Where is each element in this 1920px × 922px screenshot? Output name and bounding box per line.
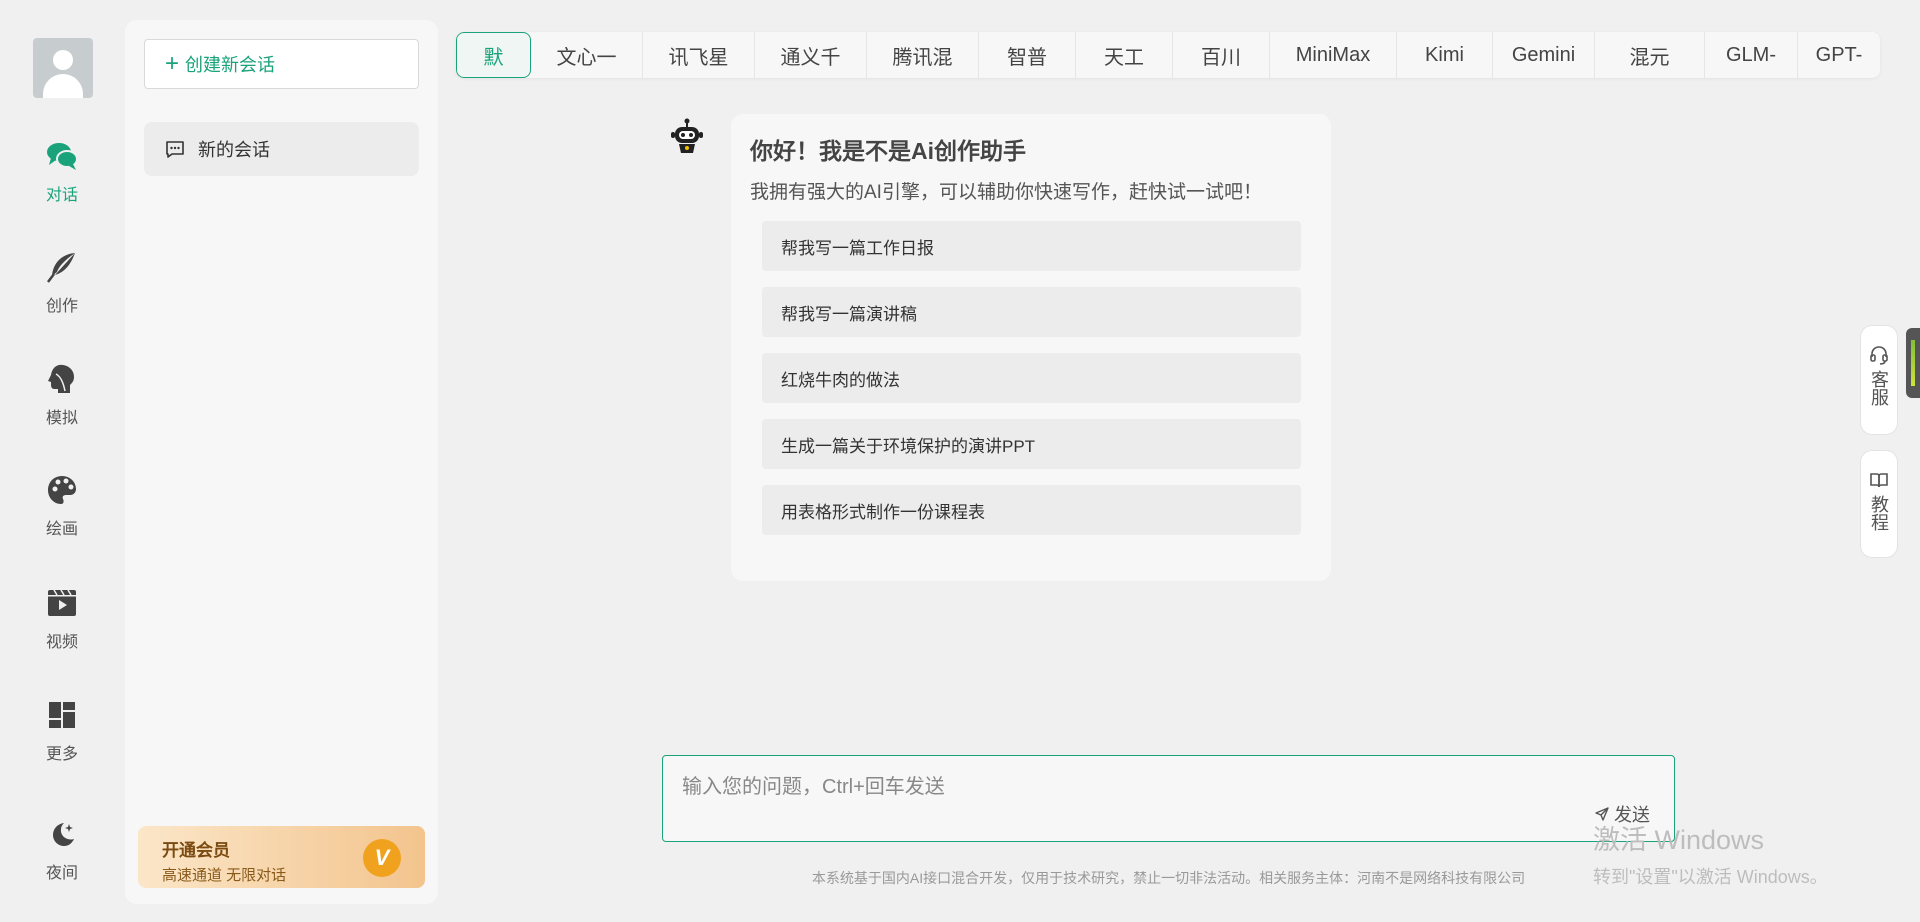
tutorial-button[interactable]: 教程 bbox=[1860, 450, 1898, 558]
welcome-title: 你好！我是不是Ai创作助手 bbox=[750, 138, 1026, 164]
nav-label-simulate: 模拟 bbox=[45, 410, 78, 427]
tab-tiangong[interactable]: 天工 bbox=[1076, 32, 1173, 78]
welcome-card: 你好！我是不是Ai创作助手 我拥有强大的AI引擎，可以辅助你快速写作，赶快试一试… bbox=[731, 114, 1331, 581]
tab-xunfei[interactable]: 讯飞星 bbox=[643, 32, 755, 78]
vip-badge-icon: V bbox=[363, 839, 401, 877]
tab-default[interactable]: 默 bbox=[456, 32, 531, 78]
session-title: 新的会话 bbox=[198, 140, 270, 160]
edge-handle-bar bbox=[1911, 340, 1915, 386]
suggestion-item[interactable]: 帮我写一篇工作日报 bbox=[762, 221, 1301, 271]
suggestion-item[interactable]: 用表格形式制作一份课程表 bbox=[762, 485, 1301, 535]
nav-label-more: 更多 bbox=[45, 746, 78, 763]
moon-icon bbox=[53, 823, 74, 846]
tab-baichuan[interactable]: 百川 bbox=[1173, 32, 1270, 78]
tab-glm[interactable]: GLM- bbox=[1705, 32, 1798, 78]
vip-banner[interactable]: 开通会员 高速通道 无限对话 V bbox=[138, 826, 425, 888]
book-icon bbox=[1870, 473, 1888, 488]
message-icon bbox=[166, 141, 184, 158]
nav-item-night-mode[interactable]: 夜间 bbox=[22, 810, 102, 890]
new-chat-button[interactable]: + 创建新会话 bbox=[144, 39, 419, 89]
tab-zhipu[interactable]: 智普 bbox=[979, 32, 1076, 78]
plus-icon: + bbox=[165, 50, 180, 77]
tab-wenxin[interactable]: 文心一 bbox=[531, 32, 643, 78]
tab-hunyuan[interactable]: 混元 bbox=[1595, 32, 1705, 78]
welcome-subtitle: 我拥有强大的AI引擎，可以辅助你快速写作，赶快试一试吧！ bbox=[750, 182, 1262, 203]
chat-input-box: 发送 bbox=[662, 755, 1675, 842]
chat-input[interactable] bbox=[663, 756, 1674, 841]
nav-label-video: 视频 bbox=[45, 634, 78, 651]
footer-disclaimer: 本系统基于国内AI接口混合开发，仅用于技术研究，禁止一切非法活动。相关服务主体：… bbox=[811, 870, 1526, 886]
watermark-line1: 激活 Windows bbox=[1593, 825, 1765, 855]
headset-icon bbox=[1870, 346, 1888, 365]
suggestion-item[interactable]: 帮我写一篇演讲稿 bbox=[762, 287, 1301, 337]
nav-item-simulate[interactable]: 模拟 bbox=[22, 355, 102, 435]
nav-item-chat[interactable]: 对话 bbox=[22, 132, 102, 212]
avatar-head bbox=[53, 50, 73, 70]
suggestion-list: 帮我写一篇工作日报 帮我写一篇演讲稿 红烧牛肉的做法 生成一篇关于环境保护的演讲… bbox=[762, 221, 1312, 535]
windows-activation-watermark: 激活 Windows 转到"设置"以激活 Windows。 bbox=[1593, 818, 1828, 889]
customer-service-button[interactable]: 客服 bbox=[1860, 325, 1898, 435]
conversation-panel: + 创建新会话 新的会话 开通会员 高速通道 无限对话 V bbox=[125, 20, 438, 904]
watermark-line2: 转到"设置"以激活 Windows。 bbox=[1593, 867, 1828, 887]
tab-gemini[interactable]: Gemini bbox=[1493, 32, 1595, 78]
suggestion-item[interactable]: 生成一篇关于环境保护的演讲PPT bbox=[762, 419, 1301, 469]
user-avatar[interactable] bbox=[33, 38, 93, 98]
tab-minimax[interactable]: MiniMax bbox=[1270, 32, 1397, 78]
chat-bubbles-icon bbox=[47, 143, 78, 170]
session-item[interactable]: 新的会话 bbox=[144, 122, 419, 176]
feather-icon bbox=[47, 253, 75, 283]
customer-service-label: 客服 bbox=[1869, 370, 1889, 406]
avatar-body bbox=[43, 74, 83, 98]
nav-label-night: 夜间 bbox=[45, 865, 78, 882]
robot-icon bbox=[671, 118, 703, 153]
model-tabs: 默 文心一 讯飞星 通义千 腾讯混 智普 天工 百川 MiniMax Kimi … bbox=[456, 32, 1880, 78]
tutorial-label: 教程 bbox=[1869, 495, 1889, 531]
tab-tencent[interactable]: 腾讯混 bbox=[867, 32, 979, 78]
nav-label-create: 创作 bbox=[45, 298, 78, 315]
palette-icon bbox=[48, 476, 76, 504]
nav-item-create[interactable]: 创作 bbox=[22, 243, 102, 323]
nav-item-more[interactable]: 更多 bbox=[22, 691, 102, 771]
tab-kimi[interactable]: Kimi bbox=[1397, 32, 1493, 78]
head-profile-icon bbox=[48, 364, 74, 393]
new-chat-label: 创建新会话 bbox=[185, 55, 276, 75]
nav-item-video[interactable]: 视频 bbox=[22, 579, 102, 659]
nav-item-paint[interactable]: 绘画 bbox=[22, 466, 102, 546]
grid-icon bbox=[49, 702, 75, 728]
video-icon bbox=[48, 589, 76, 616]
nav-label-chat: 对话 bbox=[45, 187, 78, 204]
tab-gpt[interactable]: GPT- bbox=[1798, 32, 1880, 78]
tab-tongyi[interactable]: 通义千 bbox=[755, 32, 867, 78]
edge-drag-handle[interactable] bbox=[1906, 328, 1920, 398]
nav-label-paint: 绘画 bbox=[45, 521, 78, 538]
nav-rail: 对话 创作 模拟 绘画 视频 更多 夜间 bbox=[0, 0, 124, 922]
suggestion-item[interactable]: 红烧牛肉的做法 bbox=[762, 353, 1301, 403]
